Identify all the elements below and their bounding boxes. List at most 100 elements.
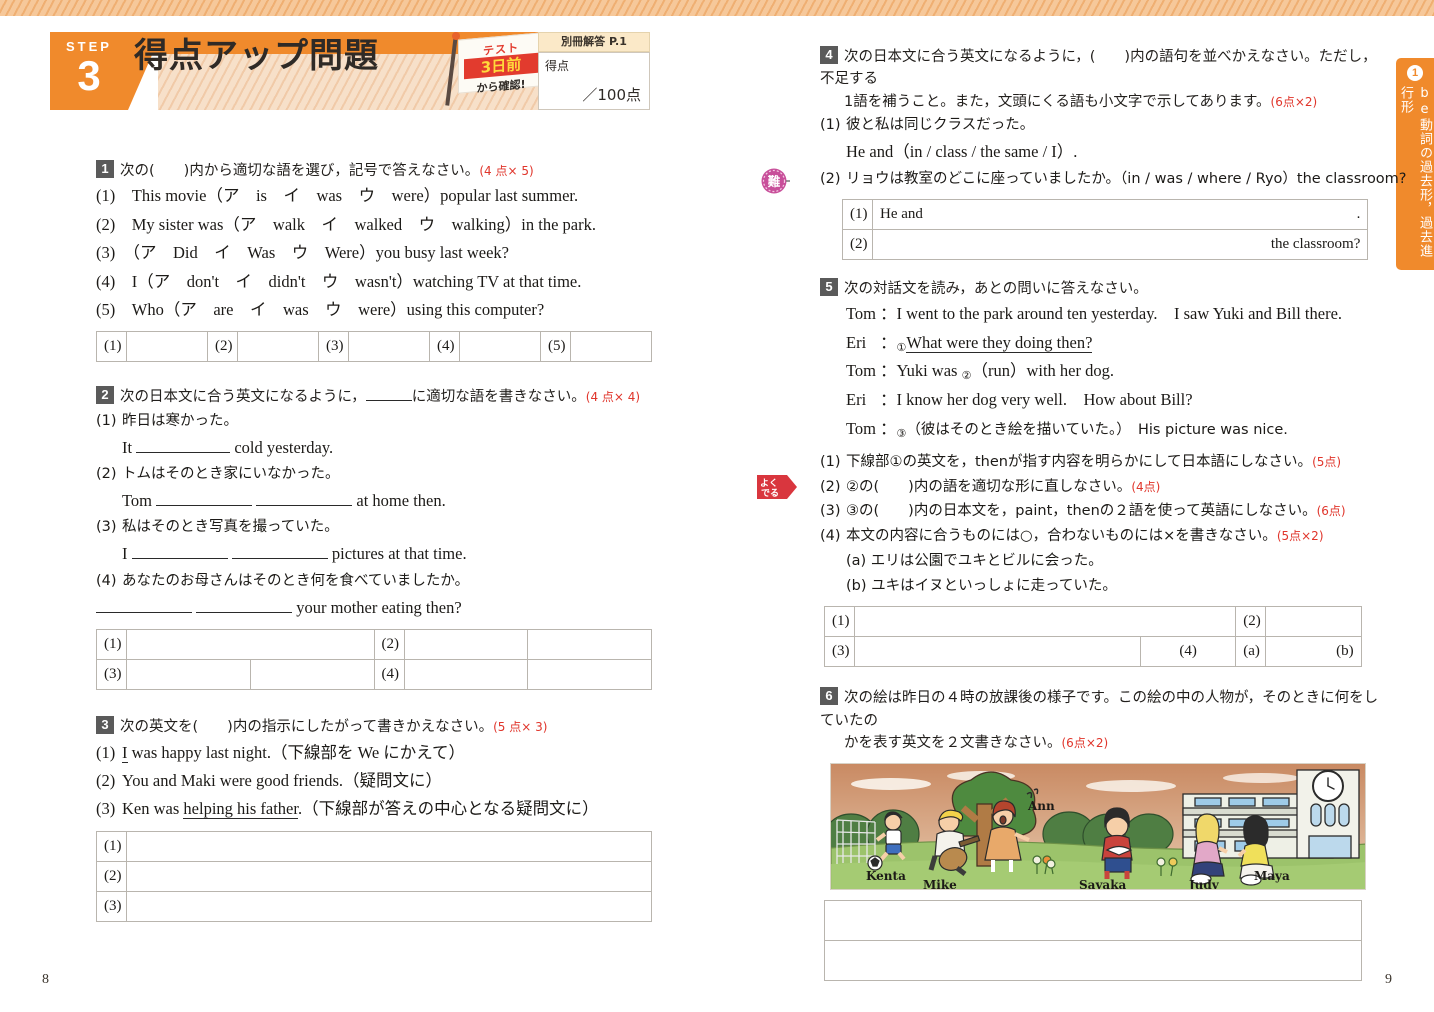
item-label: (3) — [820, 503, 841, 520]
problem-2-item-1-ja: (1) 昨日は寒かった。 — [96, 409, 652, 434]
problem-2-instruction-b: に適切な語を書きなさい。 — [411, 389, 586, 406]
answer-cell-3[interactable] — [348, 331, 430, 363]
answer-cell-1[interactable]: He and . — [871, 198, 1369, 230]
answer-blank-icon — [131, 558, 228, 560]
table-row: (2) — [96, 860, 652, 892]
problem-2-item-3-ja: (3) 私はそのとき写真を撮っていた。 — [96, 515, 652, 540]
item-label: (1) — [96, 742, 116, 762]
answer-cell-1[interactable] — [824, 899, 1362, 941]
problem-1-instruction: 1 次の( )内から適切な語を選び，記号で答えなさい。(4 点× 5) — [96, 160, 652, 182]
item-text: was happy last night.（下線部を We にかえて） — [127, 742, 465, 762]
answer-cell-1[interactable] — [853, 606, 1237, 638]
table-row — [824, 899, 1362, 941]
problem-1-item-3: (3) （ア Did イ Was ウ Were）you busy last we… — [96, 243, 509, 263]
instruction-blank-icon — [365, 400, 412, 402]
item-label: (3) — [96, 519, 117, 536]
item-label: (2) — [820, 170, 841, 187]
answer-cell-2[interactable]: the classroom? — [871, 228, 1369, 260]
answer-cell-3[interactable] — [126, 890, 652, 922]
answer-cell-1[interactable] — [126, 629, 375, 661]
problem-4-points: (6点×2) — [1270, 94, 1318, 109]
item-label: (3) — [96, 799, 116, 819]
answer-cell-3[interactable] — [854, 636, 1141, 668]
problem-1: 1 次の( )内から適切な語を選び，記号で答えなさい。(4 点× 5) (1) T… — [96, 160, 652, 363]
item-japanese: リョウは教室のどこに座っていましたか。（in / was / where / R… — [846, 170, 1407, 187]
scene-illustration: Kenta Mike Ann Sayaka Judy Maya — [830, 762, 1366, 890]
problem-3-instruction-text: 次の英文を( )内の指示にしたがって書きかえなさい。 — [120, 719, 494, 736]
problem-4-answer-table[interactable]: (1) He and . (2) the classroom? — [842, 198, 1369, 260]
problem-1-points: (4 点× 5) — [479, 164, 534, 178]
item-label: (1) — [96, 412, 117, 429]
problem-1-item-5: (5) Who（ア are イ was ウ were）using this co… — [96, 299, 545, 319]
problem-1-item-1: (1) This movie（ア is イ was ウ were）popular… — [96, 186, 579, 206]
problem-5-instruction: 5 次の対話文を読み，あとの問いに答えなさい。 — [820, 277, 1380, 300]
problem-3-item-2: (2) You and Maki were good friends.（疑問文に） — [96, 767, 652, 795]
answer-key-1: (1) — [96, 830, 127, 862]
problem-4-item-1-en: He and（in / class / the same / I）. — [846, 142, 1078, 162]
page-title: 得点アップ問題 — [134, 36, 379, 76]
problem-5-sub-2: よく でる (2) ②の( )内の語を適切な形に直しなさい。(4点) — [757, 474, 1380, 500]
answer-cell-4b[interactable] — [527, 659, 652, 691]
sub-points: (5点) — [1312, 454, 1342, 469]
answer-cell-1[interactable] — [126, 331, 208, 363]
answer-cell-4a[interactable] — [403, 659, 529, 691]
answer-cell-2[interactable] — [237, 331, 319, 363]
item-japanese: トムはそのとき家にいなかった。 — [122, 466, 340, 483]
answer-cell-2a[interactable] — [403, 629, 529, 661]
answer-cell-2[interactable] — [824, 939, 1362, 981]
answer-blank-icon — [231, 558, 328, 560]
answer-key-b: (b) — [1336, 643, 1354, 660]
dialog-text-3: （彼はそのとき絵を描いていた。） His picture was nice. — [906, 421, 1288, 438]
dialog-text: I know her dog very well. How about Bill… — [896, 390, 1193, 410]
chapter-number-badge: 1 — [1407, 65, 1423, 81]
svg-text:Judy: Judy — [1188, 878, 1220, 890]
dialog-line-1: Tom ：I went to the park around ten yester… — [820, 300, 1380, 328]
item-label: (1) — [820, 453, 841, 470]
problem-1-answer-table[interactable]: (1) (2) (3) (4) (5) — [96, 331, 652, 363]
dialog-mark-1: ① — [896, 341, 907, 354]
answer-blank-icon — [136, 451, 231, 453]
item-pre: Ken was — [122, 799, 184, 819]
answer-cell-4[interactable] — [459, 331, 541, 363]
problem-5: 5 次の対話文を読み，あとの問いに答えなさい。 Tom ：I went to the… — [757, 277, 1380, 668]
answer-cell-4a[interactable]: (b) — [1265, 636, 1362, 668]
item-en-post: pictures at that time. — [327, 544, 467, 564]
answer-cell-3a[interactable] — [126, 659, 251, 691]
problem-2-item-4-en: your mother eating then? — [96, 594, 652, 622]
answer-blank-icon — [196, 611, 293, 613]
problem-6-answer-table[interactable] — [824, 899, 1362, 981]
frequently-tested-badge-icon: よく でる — [756, 472, 800, 502]
answer-key-1: (1) — [842, 198, 873, 230]
difficulty-badge-icon: 難 — [760, 166, 791, 196]
answer-cell-3b[interactable] — [249, 659, 375, 691]
answer-prefill-text: He and — [880, 205, 923, 222]
answer-key-2: (2) — [373, 629, 405, 661]
dialog-speaker: Tom — [846, 418, 877, 438]
problem-2-number: 2 — [96, 386, 114, 405]
flag-pole-icon — [445, 33, 458, 106]
item-japanese: 私はそのとき写真を撮っていた。 — [122, 519, 339, 536]
problem-2-answer-table[interactable]: (1) (2) (3) (4) — [96, 629, 652, 691]
answer-blank-icon — [96, 611, 192, 613]
step-number-block: STEP 3 — [50, 32, 128, 110]
problem-5-sub-1: (1) 下線部①の英文を，thenが指す内容を明らかにして日本語にしなさい。(5点… — [820, 450, 1380, 475]
problem-5-answer-table[interactable]: (1) (2) (3) (4) (a) (b) — [824, 606, 1362, 668]
svg-text:Maya: Maya — [1254, 869, 1290, 883]
problem-2-instruction: 2 次の日本文に合う英文になるように， に適切な語を書きなさい。(4 点× 4) — [96, 386, 652, 408]
answer-cell-1[interactable] — [126, 830, 652, 862]
sub-text: ②の( )内の語を適切な形に直しなさい。 — [846, 478, 1132, 495]
table-row: (1) He and . — [842, 198, 1369, 230]
sub-points: (4点) — [1131, 479, 1161, 494]
item-en-pre: I — [122, 544, 132, 564]
dialog-underlined-text: What were they doing then? — [906, 332, 1093, 353]
table-row: (3) (4) (a) (b) — [824, 636, 1362, 668]
answer-cell-2b[interactable] — [527, 629, 652, 661]
score-field[interactable]: 得点 ／100点 — [538, 52, 650, 110]
answer-cell-5[interactable] — [570, 331, 652, 363]
answer-key-1: (1) — [96, 629, 127, 661]
answer-key-1: (1) — [824, 606, 855, 638]
answer-cell-2[interactable] — [126, 860, 652, 892]
answer-cell-2[interactable] — [1265, 606, 1362, 638]
problem-3-answer-table[interactable]: (1) (2) (3) — [96, 830, 652, 922]
test-countdown-flag: テスト 3日前 から確認! — [445, 30, 544, 108]
